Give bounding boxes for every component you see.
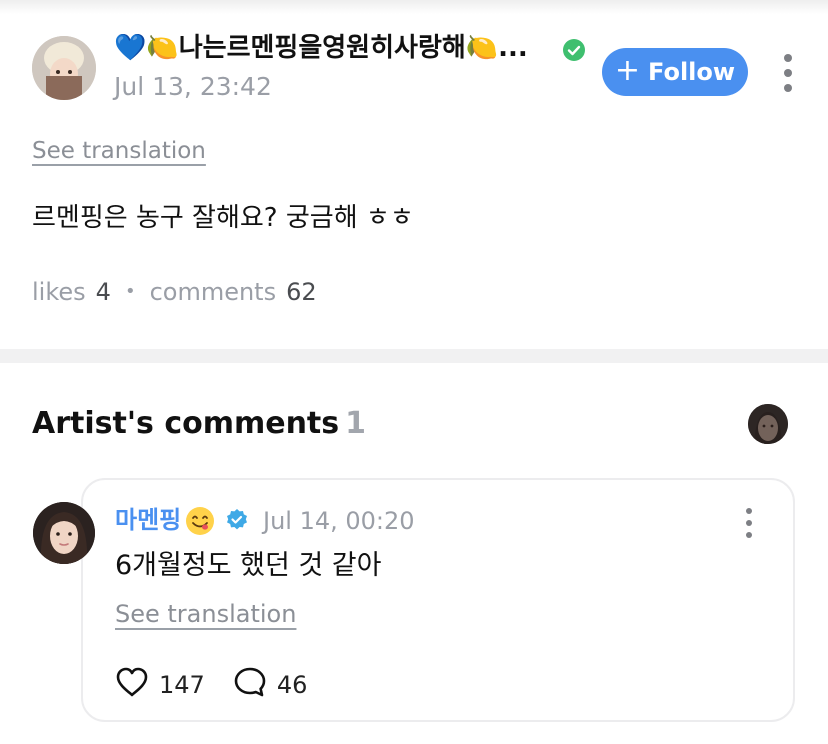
artist-comments-count: 1 bbox=[345, 406, 367, 441]
likes-label[interactable]: likes bbox=[32, 277, 86, 307]
reply-count: 46 bbox=[276, 671, 308, 699]
author-avatar[interactable] bbox=[32, 36, 96, 100]
more-options-icon[interactable] bbox=[782, 54, 794, 92]
yum-emoji-icon bbox=[185, 506, 215, 536]
like-button[interactable]: 147 bbox=[115, 666, 205, 704]
commenter-avatar[interactable] bbox=[33, 502, 95, 564]
comment-date: Jul 14, 00:20 bbox=[263, 507, 415, 535]
comment-bubble-icon bbox=[233, 666, 267, 704]
author-name[interactable]: 💙🍋나는르멘핑을영원히사랑해🍋... bbox=[114, 30, 560, 66]
comment-text: 6개월정도 했던 것 같아 bbox=[115, 550, 382, 581]
comment-see-translation-link[interactable]: See translation bbox=[115, 600, 296, 628]
reply-button[interactable]: 46 bbox=[233, 666, 308, 704]
artist-comments-title: Artist's comments 1 bbox=[32, 404, 366, 444]
commenter-name[interactable]: 마멘핑 bbox=[115, 504, 181, 536]
verified-green-badge-icon bbox=[562, 38, 586, 62]
verified-blue-badge-icon bbox=[225, 508, 249, 532]
plus-icon: + bbox=[614, 52, 641, 88]
like-count: 147 bbox=[159, 671, 205, 699]
likes-count[interactable]: 4 bbox=[96, 277, 111, 307]
post-date: Jul 13, 23:42 bbox=[114, 72, 272, 101]
follow-label: Follow bbox=[648, 58, 736, 86]
see-translation-link[interactable]: See translation bbox=[32, 138, 206, 164]
artist-avatar-small[interactable] bbox=[748, 404, 788, 444]
comments-label[interactable]: comments bbox=[150, 277, 277, 307]
artist-comments-label: Artist's comments bbox=[32, 406, 340, 441]
artist-comment-card: 마멘핑 Jul 14, 00:20 6개월정도 했던 것 같아 See tran… bbox=[81, 478, 795, 722]
follow-button[interactable]: + Follow bbox=[602, 48, 748, 96]
comment-more-options-icon[interactable] bbox=[743, 508, 755, 538]
comments-count[interactable]: 62 bbox=[286, 277, 317, 307]
section-divider bbox=[0, 349, 828, 363]
post-stats: likes 4 • comments 62 bbox=[32, 277, 317, 307]
post-header: 💙🍋나는르멘핑을영원히사랑해🍋... Jul 13, 23:42 + Follo… bbox=[0, 0, 828, 130]
comment-actions: 147 46 bbox=[115, 666, 307, 704]
post-body: 르멘핑은 농구 잘해요? 궁금해 ㅎㅎ bbox=[32, 203, 414, 233]
heart-icon bbox=[115, 666, 149, 704]
separator-dot: • bbox=[124, 281, 136, 302]
